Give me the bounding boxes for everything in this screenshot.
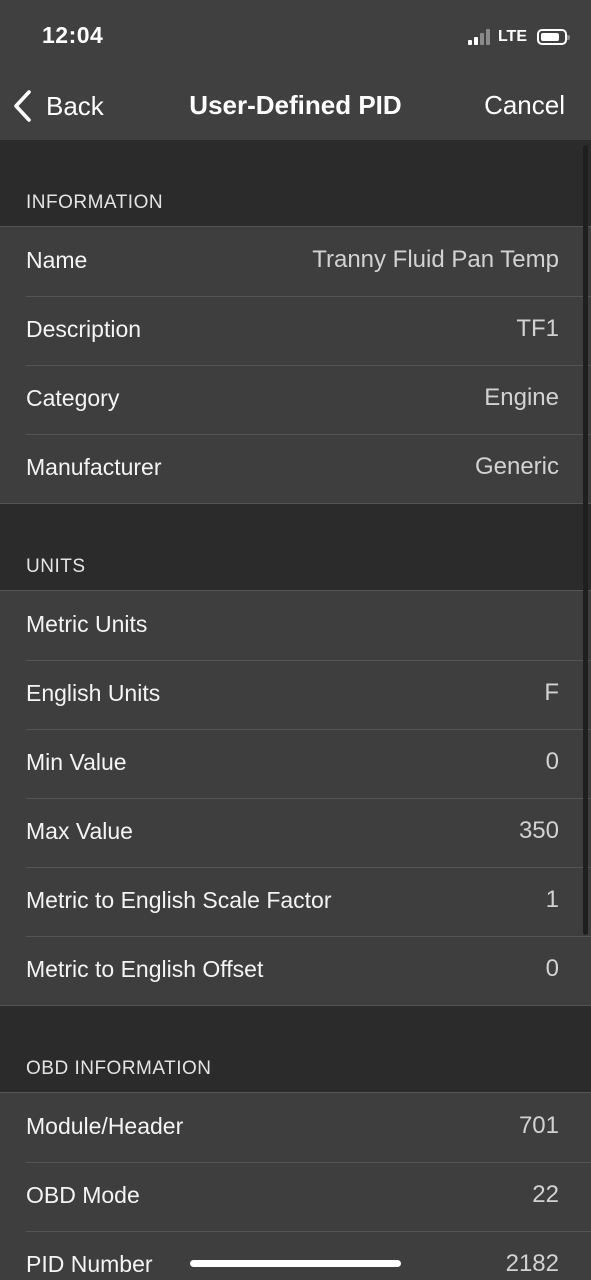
home-indicator[interactable] [190, 1260, 401, 1267]
row-label: Description [26, 316, 142, 342]
section-rows: Name Tranny Fluid Pan Temp Description TF1 C… [0, 226, 591, 504]
row-value: 1 [545, 886, 559, 913]
signal-bar [479, 33, 484, 45]
section-rows: Metric Units English Units F Min Value 0 Max … [0, 590, 591, 1006]
row-category[interactable]: Category Engine [0, 365, 591, 434]
row-label: OBD Mode [26, 1182, 140, 1208]
row-pid-number[interactable]: PID Number 2182 [0, 1231, 591, 1280]
row-metric-to-english-offset[interactable]: Metric to English Offset 0 [0, 936, 591, 1005]
row-module-header[interactable]: Module/Header 701 [0, 1093, 591, 1162]
row-value: 0 [545, 955, 559, 982]
screen: 12:04 LTE Back User-Defined PID Cancel I… [0, 0, 591, 1280]
row-manufacturer[interactable]: Manufacturer Generic [0, 434, 591, 503]
row-english-units[interactable]: English Units F [0, 660, 591, 729]
status-time: 12:04 [42, 22, 104, 48]
section-rows: Module/Header 701 OBD Mode 22 PID Number 2182 [0, 1092, 591, 1280]
row-value: Generic [474, 453, 559, 480]
battery-icon [537, 29, 570, 45]
row-description[interactable]: Description TF1 [0, 296, 591, 365]
row-label: PID Number [26, 1251, 153, 1277]
row-value: 0 [545, 748, 559, 775]
section-header-label: UNITS [26, 556, 86, 577]
signal-bar [485, 29, 490, 45]
cellular-signal-icon [467, 29, 490, 45]
section-header: OBD INFORMATION [0, 1006, 591, 1092]
signal-bar [473, 37, 478, 45]
row-value: TF1 [516, 315, 559, 342]
cancel-button[interactable]: Cancel [484, 90, 565, 121]
row-label: English Units [26, 680, 161, 706]
row-metric-to-english-scale-factor[interactable]: Metric to English Scale Factor 1 [0, 867, 591, 936]
row-label: Metric Units [26, 611, 148, 637]
row-label: Metric to English Offset [26, 956, 264, 982]
row-label: Name [26, 247, 88, 273]
row-name[interactable]: Name Tranny Fluid Pan Temp [0, 227, 591, 296]
row-value: Tranny Fluid Pan Temp [312, 246, 559, 273]
battery-level-fill [541, 33, 559, 41]
navigation-bar: Back User-Defined PID Cancel [0, 72, 591, 140]
row-value: 701 [518, 1112, 559, 1139]
row-value: F [544, 679, 559, 706]
scrollbar[interactable] [583, 145, 588, 935]
row-value: 350 [518, 817, 559, 844]
row-value: Engine [484, 384, 559, 411]
signal-bar [467, 40, 472, 45]
section-header: INFORMATION [0, 140, 591, 226]
status-bar: 12:04 LTE [0, 0, 591, 72]
row-obd-mode[interactable]: OBD Mode 22 [0, 1162, 591, 1231]
row-value: 2182 [505, 1250, 559, 1277]
row-label: Metric to English Scale Factor [26, 887, 332, 913]
row-label: Min Value [26, 749, 127, 775]
status-indicators: LTE [467, 26, 570, 48]
section-header-label: OBD INFORMATION [26, 1058, 212, 1079]
row-max-value[interactable]: Max Value 350 [0, 798, 591, 867]
row-metric-units[interactable]: Metric Units [0, 591, 591, 660]
row-value: 22 [532, 1181, 559, 1208]
row-label: Max Value [26, 818, 133, 844]
battery-nub [567, 35, 570, 40]
section-header: UNITS [0, 504, 591, 590]
section-header-label: INFORMATION [26, 192, 164, 213]
network-type: LTE [497, 28, 527, 45]
row-min-value[interactable]: Min Value 0 [0, 729, 591, 798]
row-label: Category [26, 385, 120, 411]
settings-list: INFORMATION Name Tranny Fluid Pan Temp Desc… [0, 140, 591, 1280]
row-label: Manufacturer [26, 454, 162, 480]
row-label: Module/Header [26, 1113, 184, 1139]
